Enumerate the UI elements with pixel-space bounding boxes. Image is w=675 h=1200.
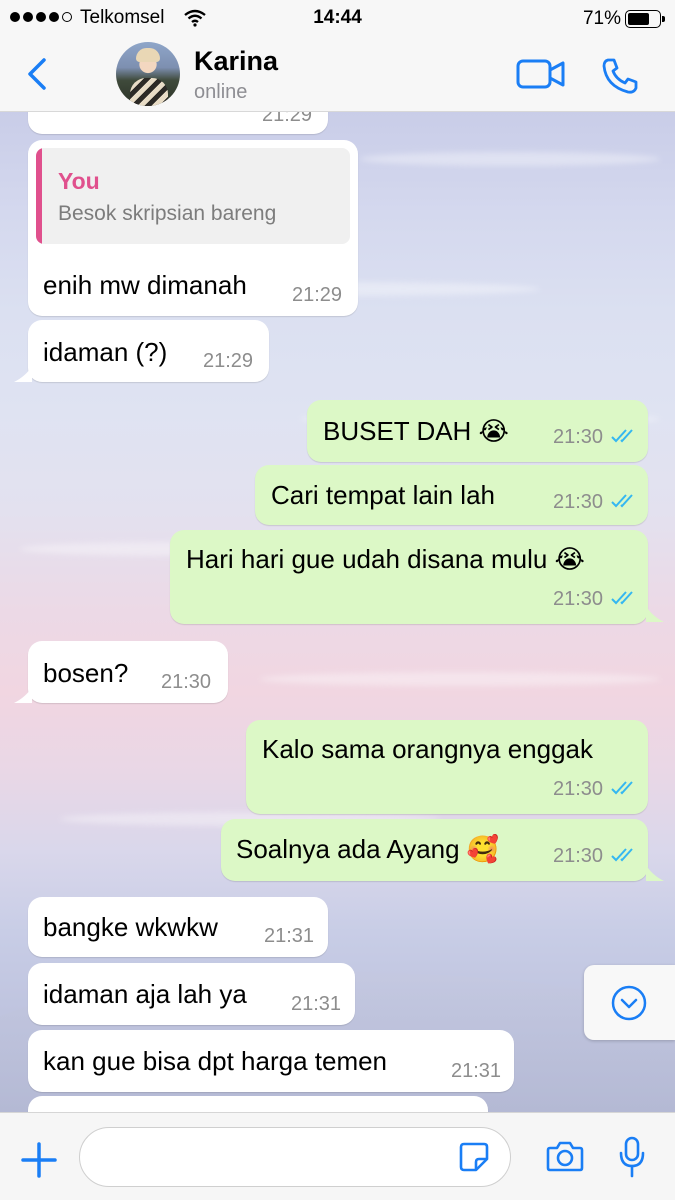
message-text: Hari hari gue udah disana mulu 😭 [186,544,585,574]
message-outgoing[interactable]: Hari hari gue udah disana mulu 😭 21:30 [170,530,648,624]
message-time: 21:30 [553,491,604,513]
message-text: Soalnya ada Ayang 🥰 [236,834,500,864]
message-outgoing[interactable]: Cari tempat lain lah 21:30 [255,465,648,525]
phone-icon[interactable] [600,56,640,96]
message-outgoing[interactable]: Kalo sama orangnya enggak 21:30 [246,720,648,814]
message-time: 21:30 [553,426,604,448]
message-time: 21:30 [161,671,212,693]
plus-icon[interactable] [20,1141,58,1179]
sticker-icon[interactable] [458,1141,490,1173]
avatar[interactable] [116,42,180,106]
contact-name[interactable]: Karina [194,46,278,77]
message-time: 21:31 [451,1060,502,1082]
bubble-tail [646,606,664,622]
message-incoming[interactable]: bangke wkwkw 21:31 [28,897,328,957]
message-text: idaman (?) [43,337,168,367]
message-time: 21:30 [553,588,604,610]
message-text: idaman aja lah ya [43,979,247,1009]
read-receipt-icon [611,781,633,795]
microphone-icon[interactable] [618,1135,646,1179]
message-incoming[interactable]: idaman aja lah ya 21:31 [28,963,355,1025]
status-time: 14:44 [313,7,362,28]
read-receipt-icon [611,848,633,862]
message-incoming[interactable]: bosen? 21:30 [28,641,228,703]
quoted-text: Besok skripsian bareng [58,202,277,225]
chat-header: Karina online [0,36,675,112]
message-outgoing[interactable]: BUSET DAH 😭 21:30 [307,400,648,462]
bubble-tail [646,865,664,881]
battery-icon [625,10,665,28]
status-bar: Telkomsel 14:44 71% [0,0,675,36]
message-text: enih mw dimanah [43,270,247,300]
message-outgoing[interactable]: Soalnya ada Ayang 🥰 21:30 [221,819,648,881]
message-time: 21:31 [291,993,342,1015]
quoted-author: You [58,168,100,194]
message-text: Cari tempat lain lah [271,480,495,510]
video-camera-icon[interactable] [516,58,566,90]
message-text: BUSET DAH 😭 [323,416,509,446]
contact-status: online [194,81,248,103]
message-incoming[interactable]: kan gue bisa dpt harga temen 21:31 [28,1030,514,1092]
scroll-to-bottom-button[interactable] [584,965,675,1040]
back-chevron-icon[interactable] [22,56,54,92]
camera-icon[interactable] [546,1139,584,1173]
battery-percent: 71% [582,8,621,29]
message-input[interactable] [79,1127,511,1187]
message-text: Kalo sama orangnya enggak [262,734,594,764]
read-receipt-icon [611,591,633,605]
message-text: kan gue bisa dpt harga temen [43,1046,388,1076]
read-receipt-icon [611,494,633,508]
message-time: 21:30 [553,845,604,867]
message-composer [0,1112,675,1200]
bubble-tail [14,687,32,703]
message-time: 21:29 [292,284,343,306]
bubble-tail [14,366,32,382]
quoted-message[interactable]: You Besok skripsian bareng [36,148,350,244]
message-incoming[interactable]: idaman (?) 21:29 [28,320,269,382]
message-text: bosen? [43,658,129,688]
message-incoming-reply[interactable]: You Besok skripsian bareng enih mw diman… [28,140,358,316]
message-time: 21:31 [264,925,315,947]
message-time: 21:30 [553,778,604,800]
message-text: bangke wkwkw [43,912,218,942]
message-time: 21:29 [203,350,254,372]
read-receipt-icon [611,429,633,443]
chevron-down-circle-icon [611,985,647,1021]
